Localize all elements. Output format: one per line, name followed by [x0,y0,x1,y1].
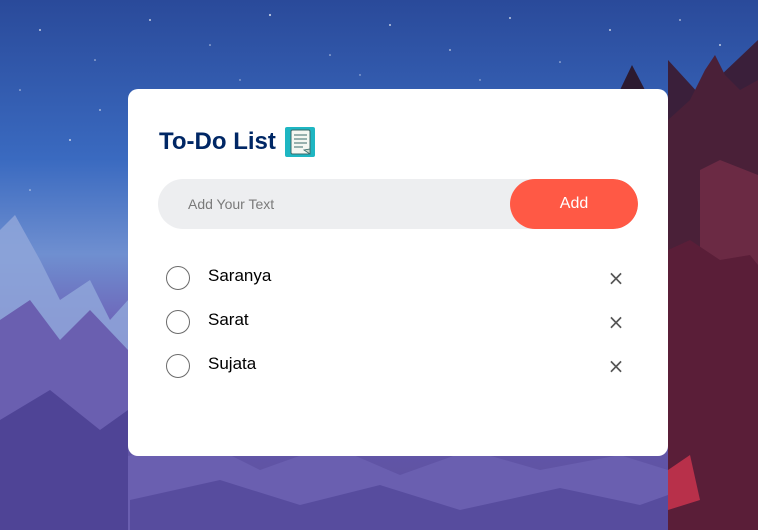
close-icon[interactable]: × [606,266,626,290]
list-item[interactable]: Sujata × [166,351,636,395]
task-label: Sujata [208,354,257,373]
notepad-icon [284,127,315,157]
checkbox-circle-icon[interactable] [166,310,190,334]
title-row: To-Do List [159,127,315,157]
task-input[interactable] [158,179,508,229]
checkbox-circle-icon[interactable] [166,354,190,378]
task-label: Sarat [208,310,249,329]
checkbox-circle-icon[interactable] [166,266,190,290]
task-list: Saranya × Sarat × Sujata × [166,263,636,395]
task-label: Saranya [208,266,272,285]
page-title: To-Do List [159,128,276,155]
close-icon[interactable]: × [606,310,626,334]
input-row: Add [158,179,638,229]
list-item[interactable]: Saranya × [166,263,636,307]
todo-card: To-Do List Add Saranya × Sarat × [128,89,668,456]
add-button[interactable]: Add [510,179,638,229]
list-item[interactable]: Sarat × [166,307,636,351]
close-icon[interactable]: × [606,354,626,378]
